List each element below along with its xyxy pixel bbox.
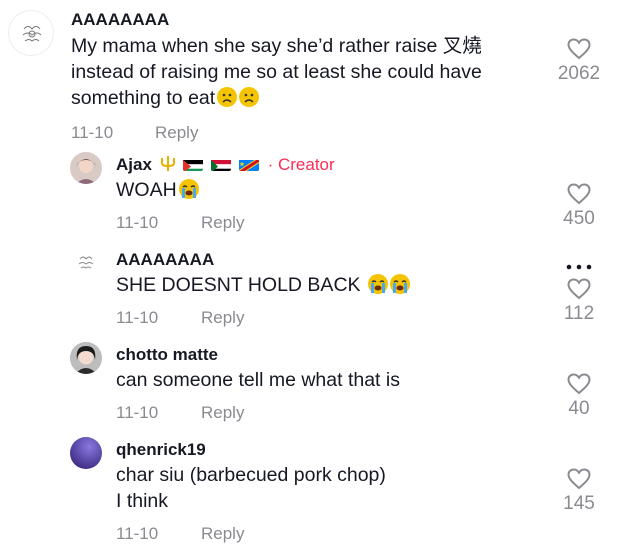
heart-outline-icon — [567, 38, 591, 60]
frowning-face-emoji-icon — [217, 87, 238, 107]
more-options-icon — [566, 264, 592, 270]
comment-top-level: AAAAAAAA My mama when she say she’d rath… — [0, 0, 619, 145]
comment-username: Ajax · Creator — [116, 155, 335, 177]
avatar[interactable] — [70, 342, 102, 374]
comment-reply: Ajax · Creator WOAH 11-10 Reply 450 — [0, 145, 619, 240]
comment-username-text[interactable]: Ajax — [116, 155, 152, 174]
like-count: 2062 — [557, 63, 601, 84]
palestine-flag-icon — [183, 158, 204, 171]
comment-reply: AAAAAAAA SHE DOESNT HOLD BACK 11-10 Repl… — [0, 240, 619, 335]
comment-date: 11-10 — [116, 524, 159, 543]
comment-reply: chotto matte can someone tell me what th… — [0, 335, 619, 430]
like-button[interactable]: 2062 — [549, 38, 609, 85]
reply-button[interactable]: Reply — [201, 403, 244, 423]
loudly-crying-face-emoji-icon — [178, 179, 199, 199]
like-button[interactable]: 450 — [549, 183, 609, 230]
reply-button[interactable]: Reply — [201, 308, 244, 328]
comment-text-line: I think — [116, 490, 169, 512]
comment-date: 11-10 — [71, 123, 114, 142]
comment-text-segment: something to eat — [71, 87, 216, 109]
comment-date: 11-10 — [116, 213, 159, 232]
loudly-crying-face-emoji-icon — [389, 274, 410, 294]
comment-reply: qhenrick19 char siu (barbecued pork chop… — [0, 430, 619, 549]
comment-username[interactable]: AAAAAAAA — [71, 10, 169, 30]
frowning-face-emoji-icon — [239, 87, 260, 107]
comment-text-line: SHE DOESNT HOLD BACK — [116, 272, 410, 299]
avatar[interactable] — [70, 247, 102, 279]
like-button[interactable]: 145 — [549, 468, 609, 515]
creator-badge: · Creator — [267, 155, 335, 174]
more-options-button[interactable] — [566, 257, 592, 275]
reply-button[interactable]: Reply — [155, 123, 198, 143]
like-count: 112 — [563, 303, 595, 324]
like-count: 40 — [568, 398, 590, 419]
like-button[interactable]: 112 — [549, 278, 609, 325]
sudan-flag-icon — [211, 158, 232, 171]
comment-text-line: WOAH — [116, 177, 199, 204]
comment-username[interactable]: chotto matte — [116, 345, 218, 365]
comment-text-line: something to eat — [71, 85, 260, 112]
comment-username[interactable]: qhenrick19 — [116, 440, 206, 460]
comment-text-line: char siu (barbecued pork chop) — [116, 464, 386, 486]
avatar[interactable] — [8, 10, 54, 56]
trident-icon — [160, 155, 176, 177]
reply-button[interactable]: Reply — [201, 213, 244, 233]
comment-date: 11-10 — [116, 308, 159, 327]
reply-button[interactable]: Reply — [201, 524, 244, 544]
heart-outline-icon — [567, 468, 591, 490]
comment-text-segment: SHE DOESNT HOLD BACK — [116, 274, 361, 296]
comment-username[interactable]: AAAAAAAA — [116, 250, 214, 270]
comment-date: 11-10 — [116, 403, 159, 422]
heart-outline-icon — [567, 183, 591, 205]
heart-outline-icon — [567, 278, 591, 300]
avatar[interactable] — [70, 152, 102, 184]
heart-outline-icon — [567, 373, 591, 395]
like-button[interactable]: 40 — [549, 373, 609, 420]
comment-text-line: My mama when she say she’d rather raise … — [71, 35, 482, 57]
comment-text-segment: WOAH — [116, 179, 177, 201]
congo-flag-icon — [238, 158, 259, 171]
like-count: 450 — [563, 208, 595, 229]
avatar[interactable] — [70, 437, 102, 469]
comment-text-line: instead of raising me so at least she co… — [71, 61, 482, 83]
comment-text-line: can someone tell me what that is — [116, 369, 400, 391]
loudly-crying-face-emoji-icon — [367, 274, 388, 294]
like-count: 145 — [563, 493, 595, 514]
